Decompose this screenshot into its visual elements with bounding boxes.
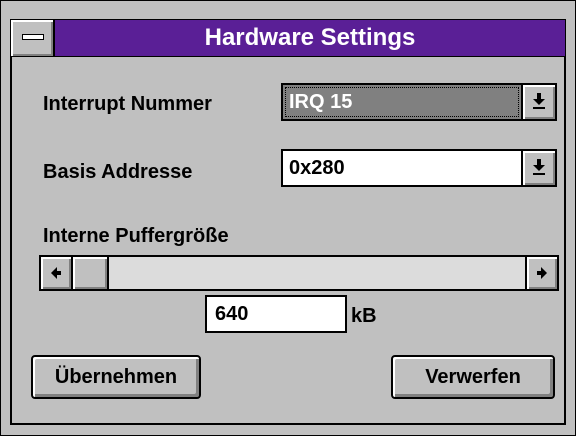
interrupt-value[interactable]: IRQ 15 (283, 85, 521, 119)
base-address-dropdown-button[interactable] (521, 151, 555, 185)
base-address-combobox[interactable]: 0x280 (281, 149, 557, 187)
interrupt-combobox[interactable]: IRQ 15 (281, 83, 557, 121)
system-menu-button[interactable] (11, 20, 55, 56)
window-title: Hardware Settings (204, 24, 416, 51)
scroll-thumb[interactable] (73, 257, 109, 289)
arrow-right-icon (537, 267, 547, 279)
scroll-right-button[interactable] (525, 257, 557, 289)
interrupt-label: Interrupt Nummer (43, 93, 212, 115)
scroll-left-button[interactable] (41, 257, 73, 289)
arrow-left-icon (51, 267, 61, 279)
buffer-size-scrollbar[interactable] (39, 255, 559, 291)
dropdown-arrow-icon (533, 159, 545, 175)
buffer-size-label: Interne Puffergröße (43, 225, 229, 247)
base-address-label: Basis Addresse (43, 161, 193, 183)
buffer-unit-label: kB (351, 305, 377, 327)
buffer-size-input[interactable]: 640 (205, 295, 347, 333)
hardware-settings-window: Hardware Settings Interrupt Nummer IRQ 1… (0, 0, 576, 436)
base-address-value[interactable]: 0x280 (283, 151, 521, 185)
dropdown-arrow-icon (533, 93, 545, 109)
interrupt-dropdown-button[interactable] (521, 85, 555, 119)
system-menu-icon (22, 34, 44, 40)
discard-button[interactable]: Verwerfen (391, 355, 555, 399)
title-bar[interactable]: Hardware Settings (10, 19, 566, 57)
apply-button[interactable]: Übernehmen (31, 355, 201, 399)
